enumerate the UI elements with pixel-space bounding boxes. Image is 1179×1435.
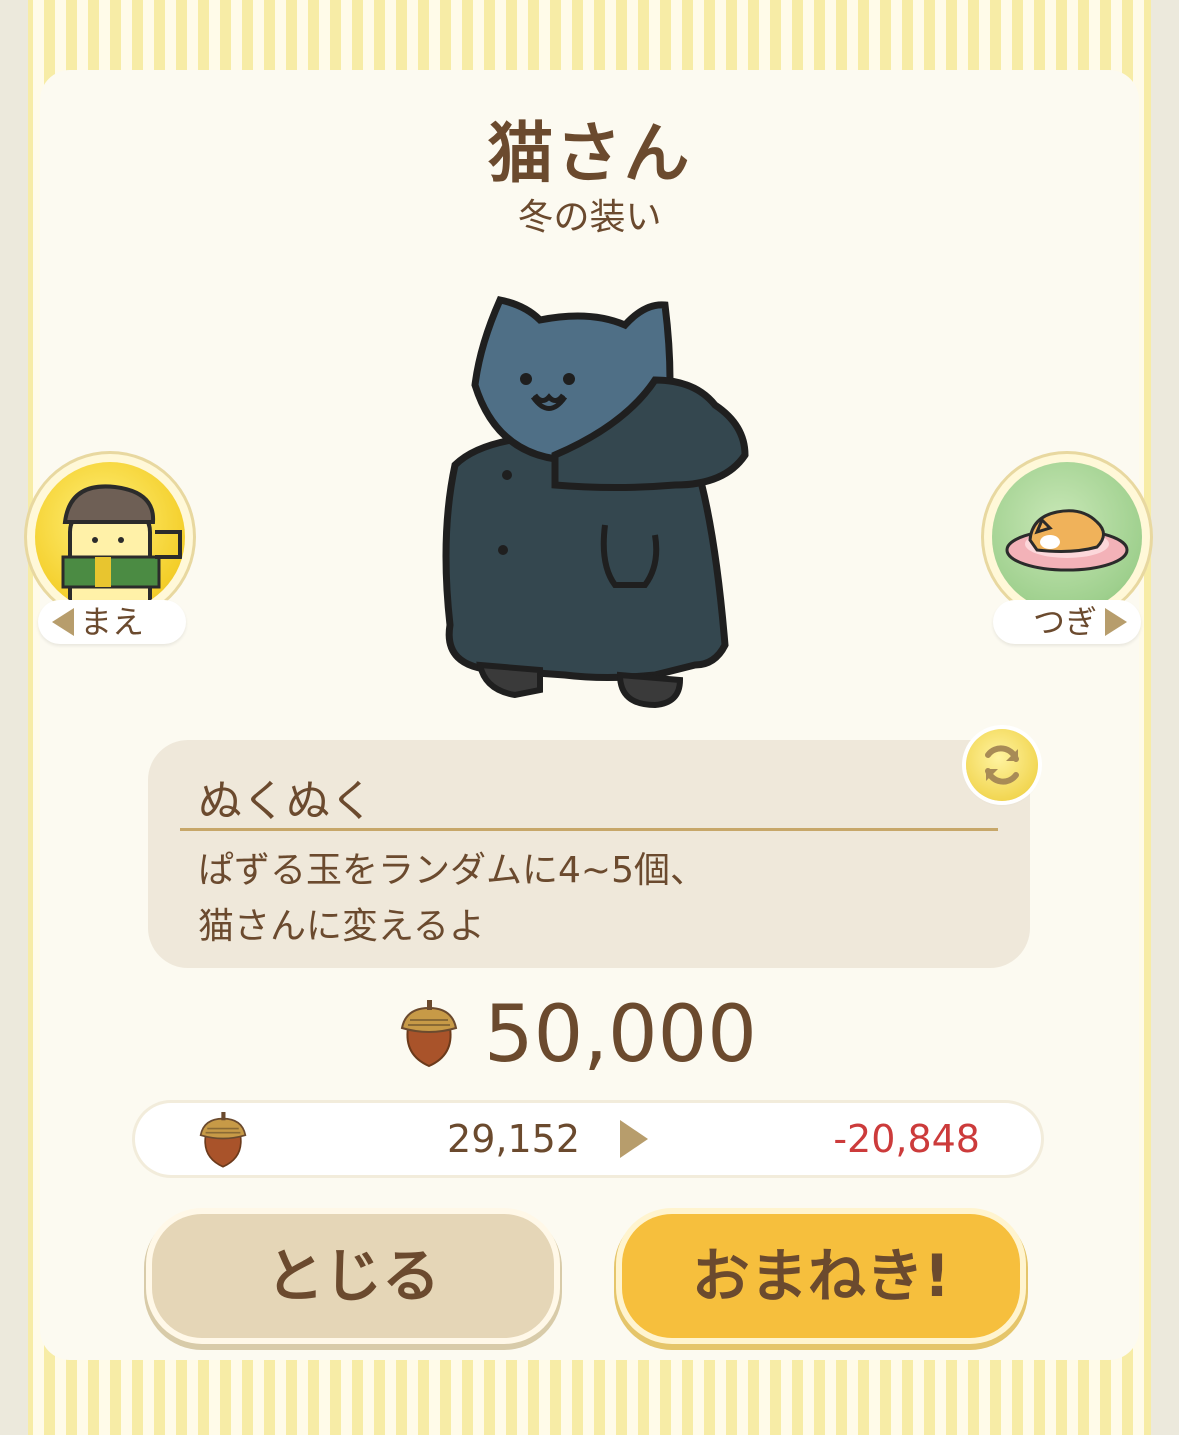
arrow-right-icon — [620, 1120, 648, 1158]
price-row: 50,000 — [0, 990, 1179, 1080]
refresh-icon — [985, 745, 1019, 785]
close-button[interactable]: とじる — [152, 1214, 554, 1338]
cat-character-icon — [442, 296, 749, 709]
arrow-right-icon — [1105, 608, 1127, 636]
previous-label: まえ — [80, 603, 145, 641]
character-name: 猫さん — [487, 115, 692, 192]
previous-label-pill[interactable]: まえ — [38, 600, 186, 644]
acorn-icon — [400, 1000, 458, 1068]
refresh-button[interactable] — [966, 729, 1038, 801]
arrow-left-icon — [52, 608, 74, 636]
skill-description: ぱずる玉をランダムに4~5個、 猫さんに変えるよ — [198, 843, 706, 955]
acorn-icon — [199, 1112, 247, 1168]
previous-cat-icon — [35, 462, 185, 612]
next-label: つぎ — [1032, 603, 1097, 641]
skill-description-line-1: ぱずる玉をランダムに4~5個、 — [198, 850, 706, 891]
summon-button[interactable]: おまねき! — [622, 1214, 1020, 1338]
next-cat-icon — [992, 462, 1142, 612]
skill-divider — [180, 828, 998, 831]
skill-description-line-2: 猫さんに変えるよ — [198, 906, 485, 947]
skill-name: ぬくぬく — [198, 776, 374, 827]
current-balance: 29,152 — [447, 1117, 580, 1161]
balance-after-purchase: -20,848 — [833, 1117, 980, 1161]
costume-name: 冬の装い — [517, 197, 662, 238]
next-label-pill[interactable]: つぎ — [993, 600, 1141, 644]
previous-cat-button[interactable] — [35, 462, 185, 612]
next-cat-button[interactable] — [992, 462, 1142, 612]
price-value: 50,000 — [484, 990, 757, 1080]
